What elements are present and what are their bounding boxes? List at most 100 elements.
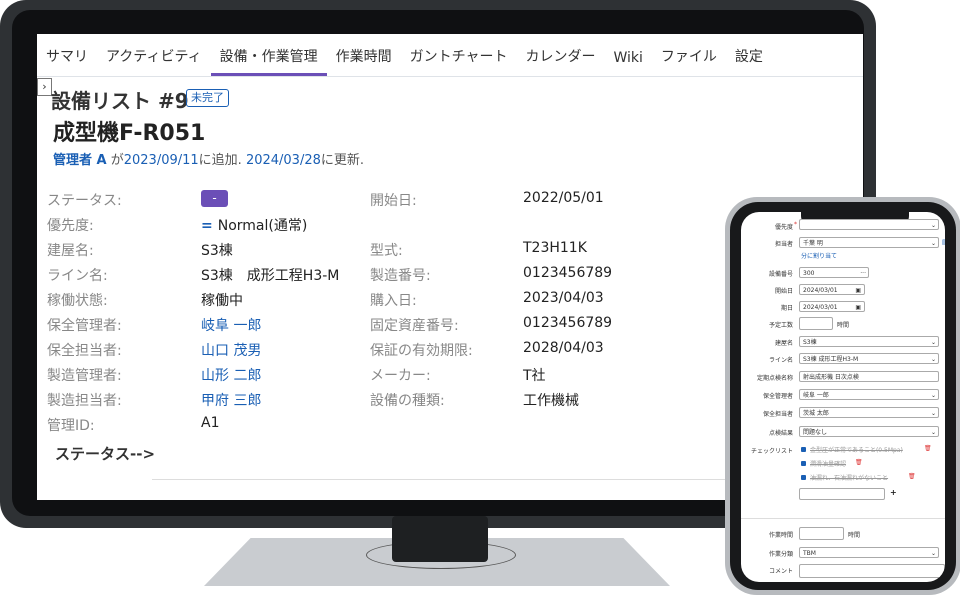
maint-person-label: 保全担当者: (47, 343, 122, 359)
checklist-new-input[interactable] (799, 488, 885, 500)
building-select[interactable]: S3棟 ⌄ (799, 336, 939, 347)
maker-value: T社 (523, 368, 546, 384)
equip-no-label: 設備番号 (768, 271, 793, 278)
building-value: S3棟 (201, 243, 233, 259)
admin-id-value: A1 (201, 415, 220, 431)
calendar-icon: ▣ (855, 304, 861, 311)
est-hours-input[interactable] (799, 317, 833, 330)
plus-icon[interactable]: + (890, 488, 897, 497)
operation-value: 稼働中 (201, 293, 243, 309)
assignee-select[interactable]: 千葉 明 ⌄ (799, 237, 939, 248)
maint-manager-select[interactable]: 岐阜 一郎 ⌄ (799, 389, 939, 400)
mfg-manager-label: 製造管理者: (47, 368, 122, 384)
chevron-down-icon: ⌄ (930, 550, 936, 557)
created-date-link[interactable]: 2023/09/11 (124, 153, 199, 168)
mfg-person-link[interactable]: 甲府 三郎 (201, 390, 261, 410)
status-badge: 未完了 (186, 89, 229, 107)
result-label: 点検結果 (768, 430, 793, 437)
checklist-item-3: 油漏れ、石油漏れがないこと (810, 475, 889, 482)
monitor-stand-neck (392, 516, 488, 562)
priority-equals-icon: = (201, 218, 213, 234)
updated-date-link[interactable]: 2024/03/28 (246, 153, 321, 168)
chevron-down-icon: ⌄ (930, 429, 936, 436)
meta-line: 管理者 A が2023/09/11に追加. 2024/03/28に更新. (53, 149, 364, 168)
status-link[interactable]: ステータス--> (55, 443, 155, 464)
equip-no-value: 300 (803, 270, 815, 277)
due-date-input[interactable]: 2024/03/01 ▣ (799, 301, 865, 312)
work-type-select[interactable]: TBM ⌄ (799, 547, 939, 558)
start-date-value: 2024/03/01 (803, 287, 838, 294)
trash-icon[interactable]: 🗑 (908, 473, 916, 480)
line-label: ライン名 (768, 357, 793, 364)
divider (741, 518, 945, 519)
phone-screen: 優先度 * ⌄ 担当者 千葉 明 ⌄ ▤ 分に割り当て 設備番号 300 ··· 開… (741, 212, 945, 582)
result-select[interactable]: 問題なし ⌄ (799, 426, 939, 437)
tab-equipment[interactable]: 設備・作業管理 (210, 46, 327, 76)
chevron-down-icon: ⌄ (930, 356, 936, 363)
line-select[interactable]: S3棟 成形工程H3-M ⌄ (799, 353, 939, 364)
tab-summary[interactable]: サマリ (37, 46, 97, 76)
maint-person-value: 茨城 太郎 (803, 410, 829, 417)
list-icon[interactable]: ▤ (942, 238, 945, 246)
tab-files[interactable]: ファイル (652, 46, 726, 76)
purchase-label: 購入日: (370, 293, 417, 309)
work-time-input[interactable] (799, 527, 844, 540)
maint-manager-label: 保全管理者 (762, 393, 793, 400)
tab-settings[interactable]: 設定 (726, 46, 772, 76)
assignee-label: 担当者 (774, 241, 793, 248)
start-label: 開始日 (774, 288, 793, 295)
due-label: 期日 (780, 305, 793, 312)
checklist-item-1: 金型圧が正常であること(0.5Mpa) (810, 447, 903, 454)
line-value: S3棟 成形工程H3-M (803, 356, 859, 363)
checklist-checkbox-3[interactable] (801, 475, 806, 480)
trash-icon[interactable]: 🗑 (855, 459, 863, 466)
start-date-value: 2022/05/01 (523, 190, 604, 206)
tab-time[interactable]: 作業時間 (327, 46, 401, 76)
checklist-label: チェックリスト (750, 448, 793, 455)
inspection-input[interactable]: 射出成形機 日次点検 (799, 371, 939, 382)
sidebar-toggle-icon[interactable]: › (37, 78, 52, 96)
operation-label: 稼働状態: (47, 293, 108, 309)
due-date-value: 2024/03/01 (803, 304, 838, 311)
tab-calendar[interactable]: カレンダー (517, 46, 605, 76)
checklist-checkbox-1[interactable] (801, 447, 806, 452)
checklist-item-2: 潤滑油量確認 (810, 461, 847, 468)
maker-label: メーカー: (370, 368, 431, 384)
comment-input[interactable] (799, 564, 945, 578)
admin-id-label: 管理ID: (47, 418, 95, 434)
maint-person-link[interactable]: 山口 茂男 (201, 340, 261, 360)
equipment-title: 成型機F-R051 (53, 121, 206, 146)
tab-activity[interactable]: アクティビティ (97, 46, 211, 76)
trash-icon[interactable]: 🗑 (924, 445, 932, 452)
work-type-value: TBM (803, 550, 816, 557)
asset-no-value: 0123456789 (523, 315, 613, 331)
page-title: 設備リスト #9 (51, 89, 189, 113)
maint-manager-label: 保全管理者: (47, 318, 122, 334)
maint-manager-link[interactable]: 岐阜 一郎 (201, 315, 261, 335)
assign-me-link[interactable]: 分に割り当て (801, 251, 837, 260)
priority-text: Normal(通常) (217, 218, 308, 234)
maint-manager-value: 岐阜 一郎 (803, 392, 829, 399)
chevron-down-icon: ⌄ (930, 222, 936, 229)
checklist-checkbox-2[interactable] (801, 461, 806, 466)
status-label: ステータス: (47, 193, 122, 209)
maint-person-label: 保全担当者 (762, 411, 793, 418)
tab-gantt[interactable]: ガントチャート (401, 46, 517, 76)
line-label: ライン名: (47, 268, 108, 284)
maint-person-select[interactable]: 茨城 太郎 ⌄ (799, 407, 939, 418)
priority-label: 優先度 (774, 224, 793, 231)
equip-type-label: 設備の種類: (370, 393, 445, 409)
inspection-label: 定期点検名称 (756, 375, 793, 382)
inspection-value: 射出成形機 日次点検 (803, 374, 859, 381)
mfg-manager-link[interactable]: 山形 二郎 (201, 365, 261, 385)
work-type-label: 作業分類 (768, 551, 793, 558)
start-date-input[interactable]: 2024/03/01 ▣ (799, 284, 865, 295)
tab-wiki[interactable]: Wiki (605, 50, 652, 76)
priority-select[interactable]: ⌄ (799, 219, 939, 230)
author-link[interactable]: 管理者 A (53, 153, 107, 168)
more-icon: ··· (860, 270, 866, 277)
start-date-label: 開始日: (370, 193, 417, 209)
equip-no-input[interactable]: 300 ··· (799, 267, 869, 278)
status-value: - (201, 190, 228, 207)
warranty-label: 保証の有効期限: (370, 343, 473, 359)
